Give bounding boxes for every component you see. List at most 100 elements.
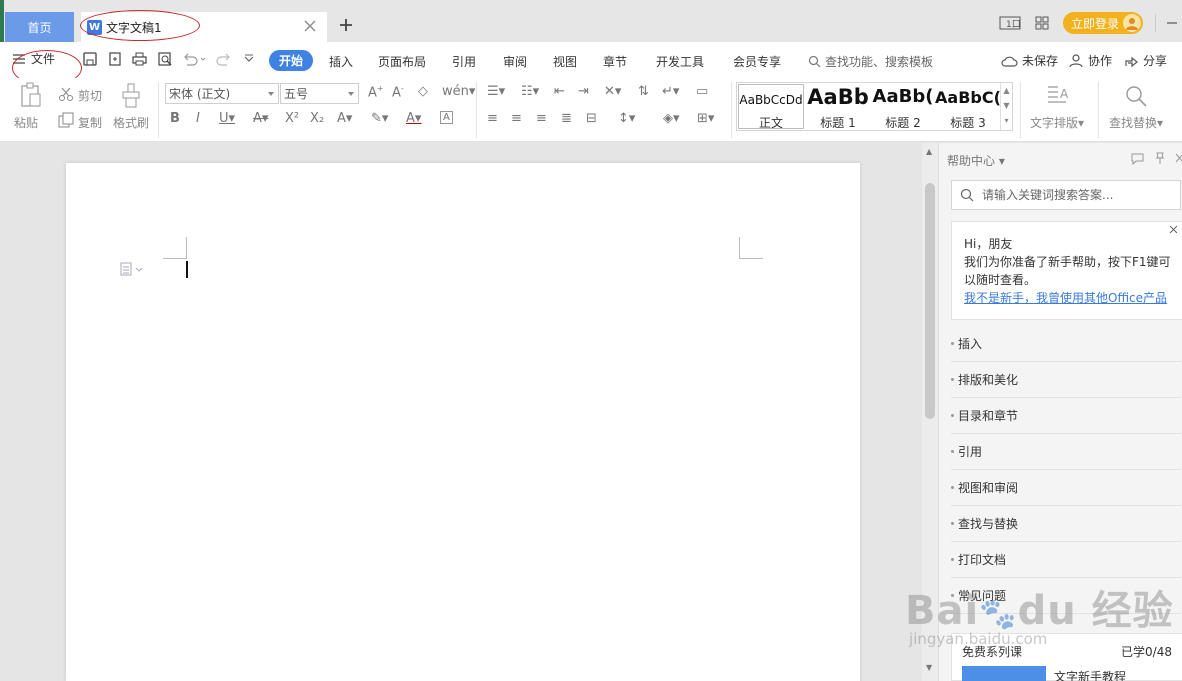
- help-item-insert[interactable]: 插入: [951, 326, 1181, 362]
- minimize-icon[interactable]: [1166, 17, 1178, 29]
- help-item-find-replace[interactable]: 查找与替换: [951, 506, 1181, 542]
- shading-icon[interactable]: ◈▾: [663, 111, 680, 126]
- function-search[interactable]: 查找功能、搜索模板: [808, 53, 933, 70]
- strikethrough-icon[interactable]: A▾: [253, 111, 268, 126]
- style-gallery-scroll[interactable]: ▲ ▼ ▾: [1000, 83, 1012, 130]
- paste-label[interactable]: 粘贴: [14, 114, 38, 131]
- customize-quick-access-icon[interactable]: [243, 51, 255, 67]
- help-item-references[interactable]: 引用: [951, 434, 1181, 470]
- align-left-icon[interactable]: ≡: [487, 111, 498, 126]
- style-heading-1[interactable]: AaBb 标题 1: [805, 83, 871, 130]
- print-preview-icon[interactable]: [157, 51, 173, 67]
- unsaved-status[interactable]: 未保存: [1001, 52, 1058, 69]
- help-item-view-review[interactable]: 视图和审阅: [951, 470, 1181, 506]
- login-button[interactable]: 立即登录: [1062, 12, 1143, 34]
- menu-references[interactable]: 引用: [452, 53, 476, 70]
- clear-format-icon[interactable]: ◇: [418, 84, 428, 99]
- scroll-up-icon[interactable]: ▲: [926, 147, 932, 156]
- scroll-down-icon[interactable]: ▼: [926, 663, 932, 672]
- redo-icon[interactable]: [216, 51, 232, 67]
- paragraph-menu-icon[interactable]: [120, 262, 146, 276]
- char-border-icon[interactable]: A: [440, 111, 453, 124]
- close-welcome-icon[interactable]: [1169, 225, 1178, 234]
- menu-start[interactable]: 开始: [269, 50, 313, 71]
- sort-icon[interactable]: ⇅: [638, 84, 649, 99]
- tab-home[interactable]: 首页: [5, 12, 74, 42]
- justify-icon[interactable]: ≣: [561, 111, 572, 126]
- chinese-layout-icon[interactable]: ✕▾: [604, 84, 621, 99]
- vertical-scrollbar[interactable]: ▲ ▼: [922, 143, 938, 681]
- help-search-input[interactable]: [982, 188, 1162, 202]
- help-item-print[interactable]: 打印文档: [951, 542, 1181, 578]
- underline-icon[interactable]: U▾: [219, 111, 235, 126]
- phonetic-guide-icon[interactable]: wén▾: [442, 84, 475, 99]
- help-item-toc[interactable]: 目录和章节: [951, 398, 1181, 434]
- print-icon[interactable]: [131, 51, 148, 67]
- scrollbar-thumb[interactable]: [925, 183, 935, 419]
- format-painter-label[interactable]: 格式刷: [113, 114, 149, 131]
- bullet-list-icon[interactable]: ☰▾: [487, 84, 505, 99]
- text-layout-label[interactable]: 文字排版▾: [1030, 114, 1084, 131]
- help-search-box[interactable]: [951, 180, 1181, 210]
- layout-switch-icon[interactable]: 1口: [999, 16, 1021, 30]
- style-normal[interactable]: AaBbCcDd 正文: [738, 84, 804, 130]
- ruler-icon[interactable]: ▭: [696, 84, 708, 99]
- style-heading-2[interactable]: AaBb( 标题 2: [870, 83, 936, 130]
- menu-insert[interactable]: 插入: [329, 53, 353, 70]
- feedback-icon[interactable]: [1130, 152, 1145, 165]
- help-item-label: 查找与替换: [958, 517, 1019, 531]
- bold-icon[interactable]: B: [170, 111, 180, 126]
- font-size-select[interactable]: 五号: [280, 83, 359, 104]
- subscript-icon[interactable]: X₂: [310, 111, 324, 126]
- menu-view[interactable]: 视图: [553, 53, 577, 70]
- menu-chapter[interactable]: 章节: [603, 53, 627, 70]
- line-spacing-icon[interactable]: ↕▾: [618, 111, 635, 126]
- decrease-indent-icon[interactable]: ⇤: [554, 84, 565, 99]
- text-layout-icon[interactable]: A: [1046, 84, 1070, 106]
- collaborate-button[interactable]: 协作: [1069, 52, 1112, 69]
- borders-icon[interactable]: ⊞▾: [697, 111, 714, 126]
- numbered-list-icon[interactable]: ☷▾: [521, 84, 539, 99]
- align-center-icon[interactable]: ≡: [511, 111, 522, 126]
- decrease-font-icon[interactable]: A-: [392, 84, 404, 100]
- find-replace-label[interactable]: 查找替换▾: [1109, 114, 1163, 131]
- align-right-icon[interactable]: ≡: [536, 111, 547, 126]
- font-name-select[interactable]: 宋体 (正文): [165, 83, 279, 104]
- increase-indent-icon[interactable]: ⇥: [578, 84, 589, 99]
- highlight-icon[interactable]: ✎▾: [371, 111, 388, 126]
- document-page[interactable]: [66, 163, 860, 681]
- cut-label[interactable]: 剪切: [78, 87, 102, 104]
- format-painter-icon[interactable]: [121, 83, 141, 109]
- close-tab-icon[interactable]: [303, 19, 317, 33]
- style-heading-3[interactable]: AaBbC( 标题 3: [935, 83, 1001, 130]
- find-replace-icon[interactable]: [1124, 84, 1148, 108]
- menu-member[interactable]: 会员专享: [733, 53, 781, 70]
- distributed-icon[interactable]: ⊟: [586, 111, 597, 126]
- font-color-icon[interactable]: A▾: [406, 111, 421, 126]
- scissors-icon[interactable]: [58, 86, 74, 102]
- undo-icon[interactable]: [182, 51, 208, 67]
- copy-label[interactable]: 复制: [78, 114, 102, 131]
- help-center-title[interactable]: 帮助中心 ▾: [947, 152, 1005, 169]
- paste-icon[interactable]: [20, 82, 42, 108]
- text-effect-icon[interactable]: A▾: [337, 111, 352, 126]
- pin-icon[interactable]: [1153, 151, 1167, 165]
- not-new-user-link[interactable]: 我不是新手，我曾使用其他Office产品: [964, 291, 1167, 305]
- grid-apps-icon[interactable]: [1035, 16, 1049, 30]
- menu-review[interactable]: 审阅: [503, 53, 527, 70]
- save-icon[interactable]: [82, 51, 98, 67]
- menu-page-layout[interactable]: 页面布局: [378, 53, 426, 70]
- menu-developer[interactable]: 开发工具: [656, 53, 704, 70]
- course-card[interactable]: 免费系列课 已学0/48 文字新手教程: [951, 633, 1182, 681]
- increase-font-icon[interactable]: A+: [368, 84, 384, 100]
- export-pdf-icon[interactable]: [107, 51, 123, 67]
- close-panel-icon[interactable]: [1175, 153, 1182, 163]
- help-item-faq[interactable]: 常见问题: [951, 578, 1181, 614]
- italic-icon[interactable]: I: [196, 111, 200, 126]
- help-item-layout[interactable]: 排版和美化: [951, 362, 1181, 398]
- copy-icon[interactable]: [58, 112, 74, 128]
- superscript-icon[interactable]: X²: [285, 111, 299, 126]
- share-button[interactable]: 分享: [1124, 52, 1167, 69]
- show-marks-icon[interactable]: ↵▾: [662, 84, 679, 99]
- new-tab-button[interactable]: [336, 15, 356, 35]
